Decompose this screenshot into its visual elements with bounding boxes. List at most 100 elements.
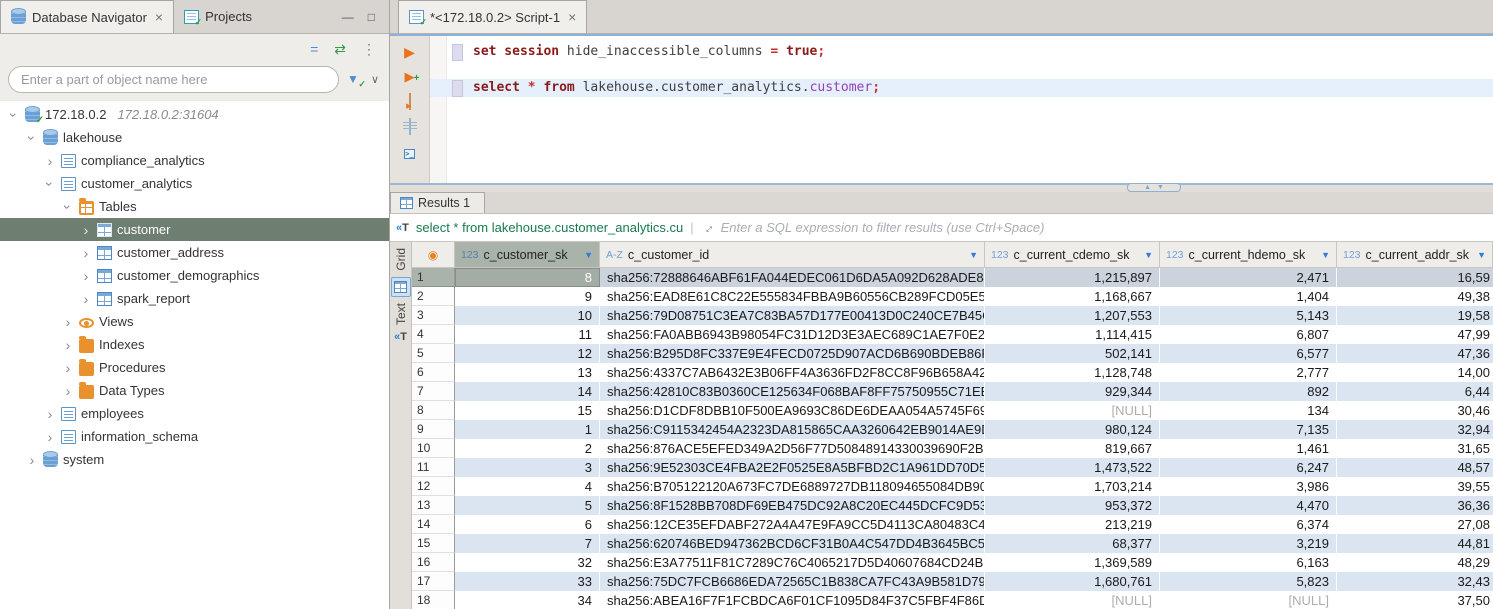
tree-item-compliance-analytics[interactable]: ›compliance_analytics <box>0 149 389 172</box>
chevron-down-icon[interactable]: › <box>44 178 56 190</box>
tree-item-tables[interactable]: ›Tables <box>0 195 389 218</box>
cell-c_customer_sk[interactable]: 4 <box>455 477 600 496</box>
cell-c_customer_sk[interactable]: 11 <box>455 325 600 344</box>
tree-item-information-schema[interactable]: ›information_schema <box>0 425 389 448</box>
row-number[interactable]: 5 <box>412 344 455 363</box>
cell-c_current_hdemo_sk[interactable]: 6,374 <box>1160 515 1337 534</box>
cell-c_current_addr_sk[interactable]: 30,46 <box>1337 401 1493 420</box>
cell-c_current_hdemo_sk[interactable]: 3,986 <box>1160 477 1337 496</box>
cell-c_customer_sk[interactable]: 15 <box>455 401 600 420</box>
execute-statement-icon[interactable]: ▶ <box>401 44 419 60</box>
cell-c_customer_id[interactable]: sha256:B295D8FC337E9E4FECD0725D907ACD6B6… <box>600 344 985 363</box>
collapse-down-icon[interactable]: ▼ <box>1157 184 1164 191</box>
sql-console-icon[interactable]: >_ <box>401 144 419 160</box>
chevron-right-icon[interactable]: › <box>80 224 92 236</box>
cell-c_current_hdemo_sk[interactable]: 6,807 <box>1160 325 1337 344</box>
chevron-right-icon[interactable]: › <box>44 408 56 420</box>
cell-c_customer_id[interactable]: sha256:42810C83B0360CE125634F068BAF8FF75… <box>600 382 985 401</box>
tree-item-system[interactable]: ›system <box>0 448 389 471</box>
cell-c_current_cdemo_sk[interactable]: 68,377 <box>985 534 1160 553</box>
row-number[interactable]: 13 <box>412 496 455 515</box>
cell-c_current_hdemo_sk[interactable]: 2,471 <box>1160 268 1337 287</box>
cell-c_customer_sk[interactable]: 14 <box>455 382 600 401</box>
cell-c_customer_id[interactable]: sha256:75DC7FCB6686EDA72565C1B838CA7FC43… <box>600 572 985 591</box>
cell-c_current_addr_sk[interactable]: 39,55 <box>1337 477 1493 496</box>
cell-c_current_hdemo_sk[interactable]: 7,135 <box>1160 420 1337 439</box>
collapse-all-icon[interactable]: = <box>310 41 318 57</box>
row-number[interactable]: 3 <box>412 306 455 325</box>
tree-item-spark-report[interactable]: ›spark_report <box>0 287 389 310</box>
cell-c_customer_id[interactable]: sha256:8F1528BB708DF69EB475DC92A8C20EC44… <box>600 496 985 515</box>
maximize-icon[interactable]: □ <box>368 10 375 24</box>
cell-c_current_addr_sk[interactable]: 48,57 <box>1337 458 1493 477</box>
chevron-right-icon[interactable]: › <box>62 362 74 374</box>
cell-c_customer_sk[interactable]: 10 <box>455 306 600 325</box>
row-number[interactable]: 6 <box>412 363 455 382</box>
tree-item-indexes[interactable]: ›Indexes <box>0 333 389 356</box>
row-number[interactable]: 8 <box>412 401 455 420</box>
link-with-editor-icon[interactable]: ⇄ <box>334 41 346 58</box>
cell-c_customer_sk[interactable]: 6 <box>455 515 600 534</box>
chevron-down-icon[interactable]: › <box>8 109 20 121</box>
cell-c_current_hdemo_sk[interactable]: 2,777 <box>1160 363 1337 382</box>
cell-c_current_cdemo_sk[interactable]: 1,128,748 <box>985 363 1160 382</box>
grid-presentation-tab[interactable] <box>391 277 411 297</box>
cell-c_current_hdemo_sk[interactable]: 1,404 <box>1160 287 1337 306</box>
row-number[interactable]: 9 <box>412 420 455 439</box>
close-icon[interactable] <box>155 9 163 25</box>
cell-c_customer_sk[interactable]: 13 <box>455 363 600 382</box>
column-filter-arrow-icon[interactable]: ▼ <box>1144 250 1153 260</box>
row-number[interactable]: 16 <box>412 553 455 572</box>
cell-c_customer_sk[interactable]: 5 <box>455 496 600 515</box>
cell-c_current_cdemo_sk[interactable]: 502,141 <box>985 344 1160 363</box>
view-menu-icon[interactable]: ⋮ <box>362 41 375 58</box>
cell-c_current_cdemo_sk[interactable]: [NULL] <box>985 591 1160 609</box>
cell-c_current_addr_sk[interactable]: 6,44 <box>1337 382 1493 401</box>
row-number[interactable]: 2 <box>412 287 455 306</box>
tree-item-views[interactable]: ›Views <box>0 310 389 333</box>
tab-projects[interactable]: Projects <box>174 0 262 33</box>
chevron-right-icon[interactable]: › <box>62 385 74 397</box>
chevron-down-icon[interactable]: › <box>62 201 74 213</box>
cell-c_current_cdemo_sk[interactable]: 1,215,897 <box>985 268 1160 287</box>
tree-item-procedures[interactable]: ›Procedures <box>0 356 389 379</box>
sql-code-area[interactable]: set session hide_inaccessible_columns = … <box>430 36 1493 183</box>
column-filter-arrow-icon[interactable]: ▼ <box>1477 250 1486 260</box>
cell-c_customer_id[interactable]: sha256:4337C7AB6432E3B06FF4A3636FD2F8CC8… <box>600 363 985 382</box>
cell-c_current_cdemo_sk[interactable]: 929,344 <box>985 382 1160 401</box>
row-number[interactable]: 15 <box>412 534 455 553</box>
cell-c_current_addr_sk[interactable]: 32,43 <box>1337 572 1493 591</box>
minimize-icon[interactable]: — <box>342 10 354 24</box>
column-header-c_customer_id[interactable]: A-Zc_customer_id▼ <box>600 242 985 267</box>
cell-c_current_addr_sk[interactable]: 31,65 <box>1337 439 1493 458</box>
cell-c_customer_sk[interactable]: 3 <box>455 458 600 477</box>
chevron-right-icon[interactable]: › <box>26 454 38 466</box>
editor-results-splitter[interactable]: ▲ ▼ <box>390 183 1493 192</box>
cell-c_current_addr_sk[interactable]: 47,99 <box>1337 325 1493 344</box>
cell-c_current_addr_sk[interactable]: 19,58 <box>1337 306 1493 325</box>
close-icon[interactable] <box>568 9 576 25</box>
text-tab-label[interactable]: Text <box>394 303 408 325</box>
cell-c_current_addr_sk[interactable]: 36,36 <box>1337 496 1493 515</box>
tree-item-customer-address[interactable]: ›customer_address <box>0 241 389 264</box>
cell-c_customer_sk[interactable]: 8 <box>455 268 600 287</box>
cell-c_current_cdemo_sk[interactable]: 819,667 <box>985 439 1160 458</box>
chevron-down-icon[interactable]: › <box>26 132 38 144</box>
cell-c_current_hdemo_sk[interactable]: 6,247 <box>1160 458 1337 477</box>
cell-c_customer_id[interactable]: sha256:FA0ABB6943B98054FC31D12D3E3AEC689… <box>600 325 985 344</box>
cell-c_customer_sk[interactable]: 33 <box>455 572 600 591</box>
tree-item-172-18-0-2[interactable]: ›172.18.0.2172.18.0.2:31604 <box>0 103 389 126</box>
tab-database-navigator[interactable]: Database Navigator <box>0 0 174 33</box>
cell-c_customer_id[interactable]: sha256:620746BED947362BCD6CF31B0A4C547DD… <box>600 534 985 553</box>
row-number[interactable]: 14 <box>412 515 455 534</box>
row-number[interactable]: 18 <box>412 591 455 609</box>
cell-c_current_addr_sk[interactable]: 48,29 <box>1337 553 1493 572</box>
cell-c_current_cdemo_sk[interactable]: 1,114,415 <box>985 325 1160 344</box>
tree-item-employees[interactable]: ›employees <box>0 402 389 425</box>
column-header-c_current_addr_sk[interactable]: 123c_current_addr_sk▼ <box>1337 242 1493 267</box>
row-number[interactable]: 1 <box>412 268 455 287</box>
cell-c_current_cdemo_sk[interactable]: 213,219 <box>985 515 1160 534</box>
column-header-c_customer_sk[interactable]: 123c_customer_sk▼ <box>455 242 600 267</box>
cell-c_current_addr_sk[interactable]: 49,38 <box>1337 287 1493 306</box>
grid-tab-label[interactable]: Grid <box>394 248 408 271</box>
